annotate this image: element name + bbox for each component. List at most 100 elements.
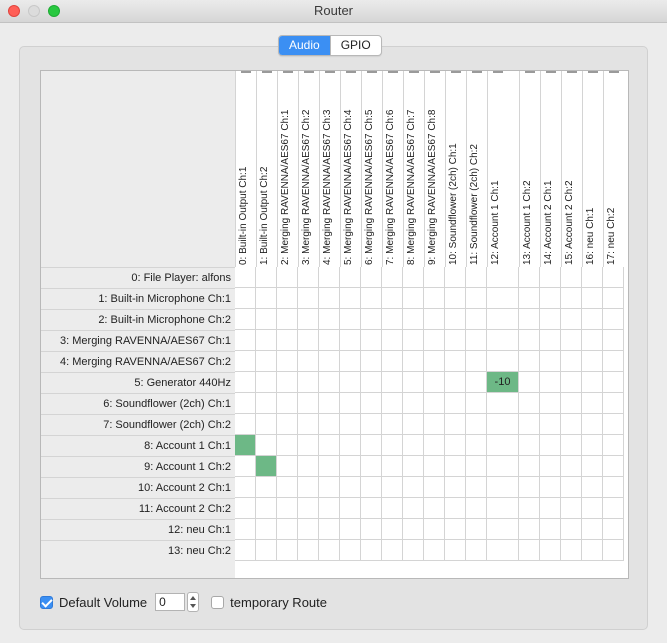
route-cell[interactable] — [298, 498, 319, 519]
route-cell[interactable] — [540, 351, 561, 372]
route-cell[interactable] — [319, 267, 340, 288]
route-cell[interactable] — [540, 498, 561, 519]
route-cell[interactable] — [256, 309, 277, 330]
route-cell[interactable] — [466, 393, 487, 414]
route-cell[interactable] — [487, 498, 519, 519]
route-cell[interactable] — [487, 435, 519, 456]
route-cell[interactable] — [561, 372, 582, 393]
route-cell[interactable] — [445, 351, 466, 372]
route-cell[interactable] — [540, 540, 561, 561]
route-cell[interactable] — [445, 267, 466, 288]
route-cell[interactable] — [277, 372, 298, 393]
route-cell[interactable] — [382, 330, 403, 351]
route-cell[interactable] — [466, 540, 487, 561]
route-cell[interactable] — [382, 267, 403, 288]
route-cell[interactable] — [256, 330, 277, 351]
route-cell[interactable] — [361, 498, 382, 519]
route-cell[interactable] — [235, 330, 256, 351]
route-cell[interactable] — [445, 519, 466, 540]
route-cell[interactable] — [403, 330, 424, 351]
route-cell[interactable] — [382, 351, 403, 372]
route-cell[interactable] — [445, 372, 466, 393]
route-cell[interactable] — [519, 456, 540, 477]
route-cell[interactable] — [235, 540, 256, 561]
route-cell[interactable] — [403, 519, 424, 540]
route-cell[interactable] — [361, 330, 382, 351]
route-cell[interactable] — [445, 330, 466, 351]
stepper-down-icon[interactable] — [190, 604, 197, 608]
route-cell[interactable] — [445, 498, 466, 519]
route-cell[interactable] — [424, 267, 445, 288]
route-cell[interactable] — [256, 414, 277, 435]
route-cell[interactable] — [487, 393, 519, 414]
route-cell[interactable] — [540, 414, 561, 435]
route-cell[interactable] — [466, 435, 487, 456]
route-cell[interactable] — [256, 372, 277, 393]
route-cell[interactable] — [319, 393, 340, 414]
route-cell[interactable] — [256, 498, 277, 519]
route-cell[interactable] — [340, 267, 361, 288]
route-cell[interactable] — [403, 498, 424, 519]
route-cell[interactable] — [256, 288, 277, 309]
route-cell[interactable] — [603, 267, 624, 288]
route-cell[interactable] — [319, 540, 340, 561]
route-cell[interactable] — [298, 519, 319, 540]
route-cell[interactable] — [445, 309, 466, 330]
route-cell[interactable] — [540, 372, 561, 393]
route-cell[interactable] — [466, 351, 487, 372]
route-cell-active[interactable] — [235, 435, 256, 456]
route-cell[interactable] — [403, 414, 424, 435]
route-cell[interactable] — [582, 540, 603, 561]
route-cell[interactable] — [582, 519, 603, 540]
route-cell[interactable] — [582, 477, 603, 498]
route-cell[interactable] — [256, 393, 277, 414]
route-cell[interactable] — [277, 309, 298, 330]
route-cell[interactable] — [466, 456, 487, 477]
route-cell[interactable] — [466, 414, 487, 435]
route-cell[interactable] — [487, 519, 519, 540]
route-cell[interactable] — [361, 267, 382, 288]
route-cell[interactable] — [298, 435, 319, 456]
route-cell[interactable] — [445, 414, 466, 435]
temporary-route-checkbox[interactable] — [211, 595, 225, 609]
route-cell[interactable] — [235, 477, 256, 498]
route-cell[interactable] — [298, 330, 319, 351]
route-cell[interactable] — [361, 435, 382, 456]
route-cell[interactable] — [466, 372, 487, 393]
route-cell[interactable] — [466, 309, 487, 330]
route-cell[interactable] — [424, 393, 445, 414]
route-cell[interactable] — [277, 288, 298, 309]
route-cell[interactable] — [277, 477, 298, 498]
route-cell[interactable] — [445, 393, 466, 414]
route-cell[interactable] — [519, 435, 540, 456]
route-cell[interactable] — [487, 351, 519, 372]
route-cell[interactable] — [603, 477, 624, 498]
route-cell-active[interactable] — [256, 456, 277, 477]
route-cell[interactable] — [519, 309, 540, 330]
route-cell[interactable] — [603, 435, 624, 456]
route-cell[interactable] — [361, 540, 382, 561]
route-cell[interactable] — [235, 456, 256, 477]
route-cell[interactable] — [382, 372, 403, 393]
route-cell[interactable] — [561, 540, 582, 561]
route-cell[interactable] — [561, 393, 582, 414]
route-cell[interactable] — [561, 267, 582, 288]
route-cell[interactable] — [319, 309, 340, 330]
route-cell[interactable] — [582, 414, 603, 435]
route-cell[interactable] — [340, 456, 361, 477]
route-cell[interactable] — [424, 477, 445, 498]
route-cell[interactable] — [582, 456, 603, 477]
route-cell[interactable] — [445, 477, 466, 498]
route-cell[interactable] — [445, 435, 466, 456]
route-cell[interactable] — [540, 393, 561, 414]
route-cell[interactable] — [424, 414, 445, 435]
route-cell[interactable] — [424, 288, 445, 309]
route-cell[interactable] — [256, 477, 277, 498]
route-cell[interactable] — [424, 309, 445, 330]
route-cell[interactable] — [487, 288, 519, 309]
route-cell[interactable] — [582, 288, 603, 309]
route-cell[interactable] — [403, 456, 424, 477]
route-cell[interactable] — [540, 288, 561, 309]
route-cell[interactable] — [382, 477, 403, 498]
route-cell[interactable] — [235, 519, 256, 540]
